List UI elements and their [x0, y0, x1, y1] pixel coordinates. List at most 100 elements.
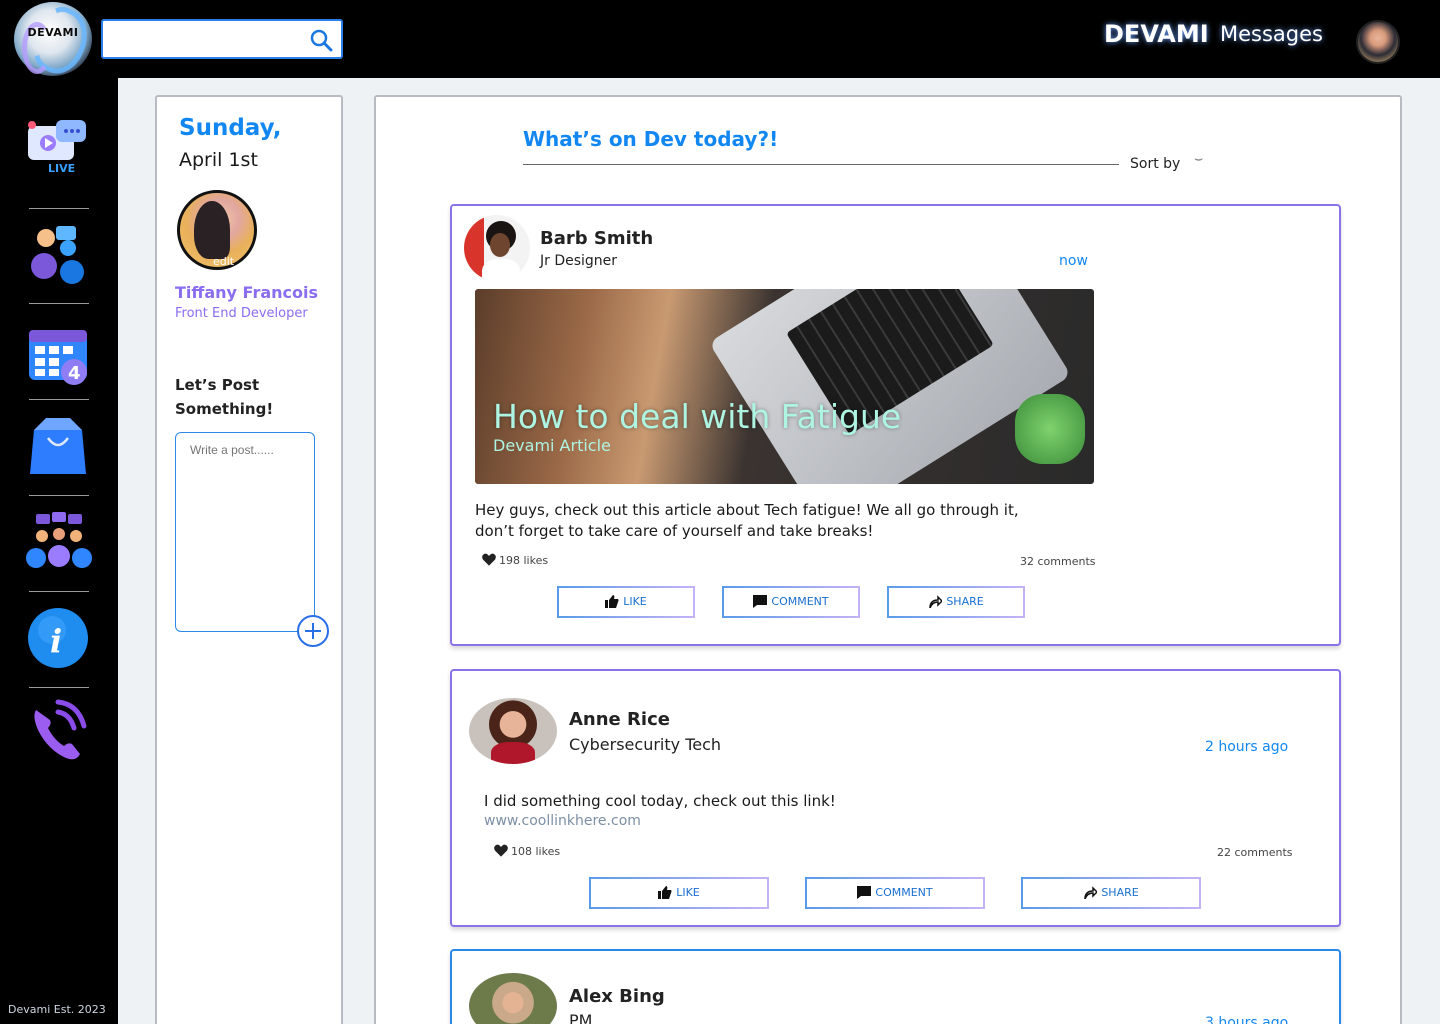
profile-name: Tiffany Francois [175, 283, 319, 302]
chevron-down-icon[interactable]: ⌣ [1194, 151, 1203, 167]
sidebar-item-shop[interactable] [26, 412, 90, 476]
feed-divider [523, 164, 1119, 165]
search-input[interactable] [111, 29, 301, 51]
avatar-shirt [482, 259, 520, 281]
post-prompt: Let’s Post Something! [175, 376, 274, 418]
like-label: LIKE [623, 595, 647, 608]
live-icon: LIVE [28, 120, 86, 175]
comment-button[interactable]: COMMENT [805, 877, 985, 909]
article-title: How to deal with Fatigue [493, 397, 902, 436]
add-post-button[interactable] [297, 615, 329, 647]
comment-button[interactable]: COMMENT [722, 586, 860, 618]
profile-role: Front End Developer [175, 306, 308, 321]
post-author-avatar[interactable] [469, 973, 557, 1024]
post-author-name[interactable]: Barb Smith [540, 228, 653, 249]
calendar-icon: 4 [29, 330, 87, 385]
sidebar-item-groups[interactable] [26, 510, 92, 574]
thumbs-up-icon [658, 886, 672, 899]
current-day: Sunday, [179, 115, 282, 141]
thumbs-up-icon [605, 595, 619, 608]
post-timestamp: 2 hours ago [1205, 739, 1289, 755]
search-icon[interactable] [309, 28, 333, 52]
image-plant [1015, 394, 1085, 464]
comment-icon [753, 595, 768, 608]
post-author-avatar[interactable] [469, 698, 557, 764]
post-author-role: Cybersecurity Tech [569, 735, 722, 754]
info-glyph: i [50, 622, 62, 660]
post-author-role: Jr Designer [540, 253, 618, 269]
feed-panel: What’s on Dev today?! Sort by ⌣ Barb Smi… [374, 95, 1402, 1024]
feed-title: What’s on Dev today?! [523, 127, 779, 151]
sidebar-divider [29, 208, 89, 209]
nav-messages-link[interactable]: Messages [1220, 22, 1323, 46]
top-bar: DEVAMI DEVAMI Messages [0, 0, 1440, 82]
logo-text: DEVAMI [27, 26, 79, 39]
post-timestamp: 3 hours ago [1205, 1015, 1289, 1024]
like-button[interactable]: LIKE [589, 877, 769, 909]
article-subtitle: Devami Article [493, 436, 611, 455]
sidebar-item-calendar[interactable]: 4 [26, 322, 90, 386]
sidebar: LIVE 4 i [0, 78, 118, 1024]
live-label: LIVE [48, 162, 75, 175]
sidebar-item-call[interactable] [26, 696, 90, 760]
edit-avatar-link[interactable]: edit [213, 255, 234, 268]
sidebar-divider [29, 687, 89, 688]
brand-link[interactable]: DEVAMI [1104, 20, 1209, 48]
post-input[interactable] [175, 432, 315, 632]
post-card: Barb Smith Jr Designer now How to deal w… [450, 204, 1341, 646]
share-icon [929, 595, 944, 609]
group-chat-icon [26, 512, 92, 568]
article-image[interactable]: How to deal with Fatigue Devami Article [475, 289, 1094, 484]
comments-count[interactable]: 32 comments [1020, 555, 1096, 568]
sidebar-divider [29, 495, 89, 496]
likes-count: 198 likes [482, 553, 548, 567]
community-icon [31, 226, 84, 284]
post-author-name[interactable]: Alex Bing [569, 986, 665, 1007]
post-author-role: PM [569, 1011, 593, 1024]
share-icon [1084, 886, 1099, 900]
devami-logo[interactable]: DEVAMI [14, 0, 98, 82]
share-button[interactable]: SHARE [887, 586, 1025, 618]
post-timestamp: now [1059, 253, 1088, 269]
comments-count[interactable]: 22 comments [1217, 846, 1293, 859]
sidebar-divider [29, 303, 89, 304]
post-author-name[interactable]: Anne Rice [569, 709, 670, 730]
profile-panel: Sunday, April 1st edit Tiffany Francois … [155, 95, 343, 1024]
share-label: SHARE [1101, 886, 1139, 899]
avatar-shirt [491, 742, 535, 764]
comment-icon [857, 886, 872, 899]
sidebar-divider [29, 399, 89, 400]
current-date: April 1st [179, 149, 258, 171]
post-author-avatar[interactable] [464, 215, 530, 281]
post-card: Alex Bing PM 3 hours ago [450, 949, 1341, 1024]
post-card: Anne Rice Cybersecurity Tech 2 hours ago… [450, 669, 1341, 927]
calendar-badge: 4 [68, 363, 81, 384]
search-box[interactable] [101, 19, 343, 59]
heart-icon [494, 844, 508, 857]
post-text: Hey guys, check out this article about T… [475, 501, 1019, 540]
post-link[interactable]: www.coollinkhere.com [484, 813, 641, 829]
user-avatar[interactable] [1356, 20, 1400, 64]
likes-label: 198 likes [499, 554, 549, 567]
like-label: LIKE [676, 886, 700, 899]
likes-count: 108 likes [494, 844, 560, 858]
info-icon: i [28, 608, 88, 668]
share-button[interactable]: SHARE [1021, 877, 1201, 909]
sidebar-item-live[interactable]: LIVE [26, 116, 90, 180]
post-text: I did something cool today, check out th… [484, 792, 836, 810]
avatar-face [490, 233, 510, 257]
sort-by-label[interactable]: Sort by [1130, 156, 1180, 172]
comment-label: COMMENT [771, 595, 829, 608]
sidebar-item-info[interactable]: i [26, 606, 90, 670]
like-button[interactable]: LIKE [557, 586, 695, 618]
sidebar-item-community[interactable] [26, 222, 90, 286]
sidebar-divider [29, 591, 89, 592]
comment-label: COMMENT [875, 886, 933, 899]
share-label: SHARE [946, 595, 984, 608]
heart-icon [482, 553, 496, 566]
sidebar-footer: Devami Est. 2023 [8, 1003, 106, 1016]
avatar-hair [194, 201, 230, 259]
shopping-bag-icon [30, 418, 86, 474]
likes-label: 108 likes [511, 845, 561, 858]
phone-icon [34, 699, 87, 760]
